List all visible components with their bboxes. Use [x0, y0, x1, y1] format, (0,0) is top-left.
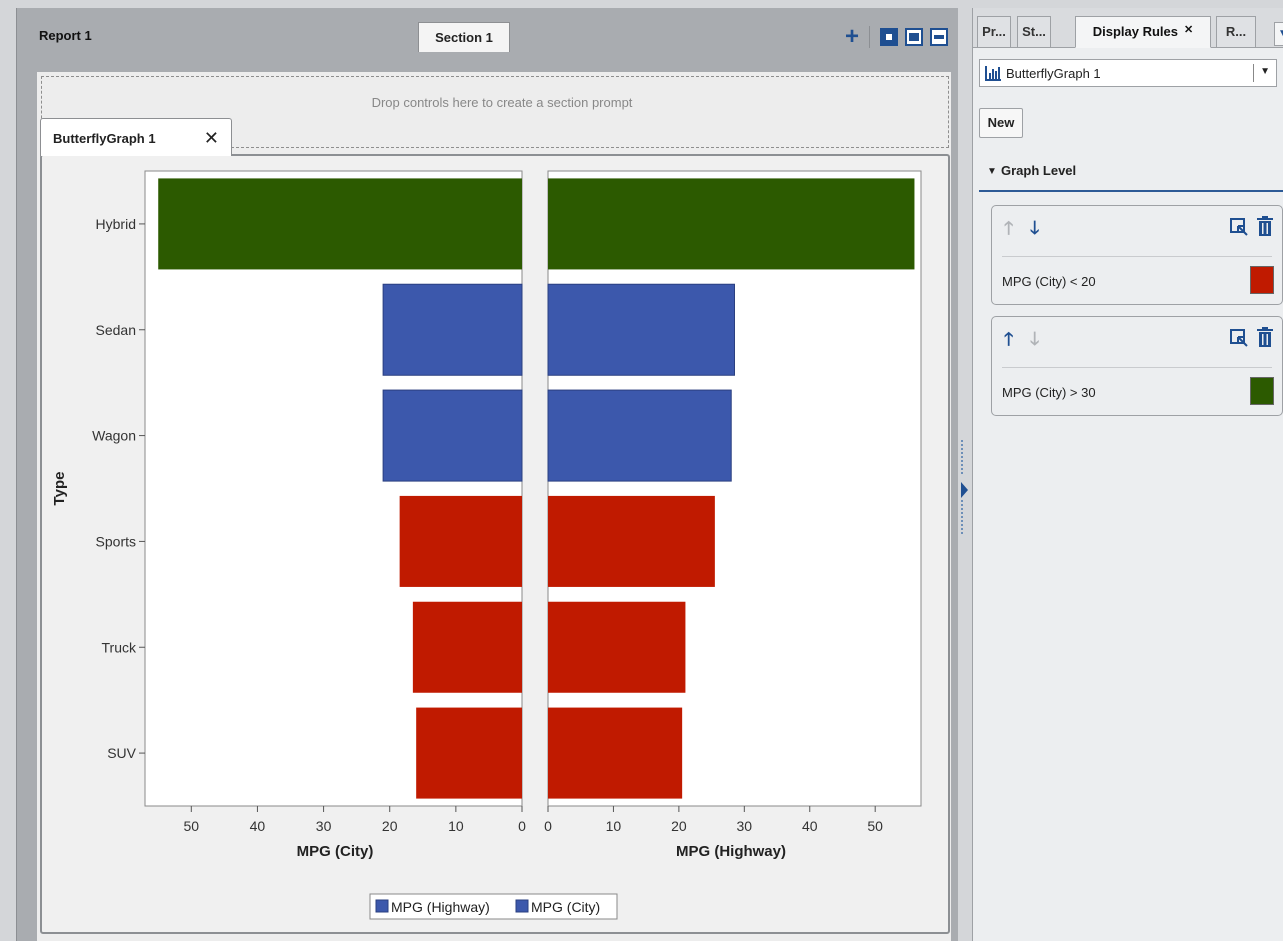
drop-prompt-text: Drop controls here to create a section p… — [371, 95, 633, 110]
tab-display-rules[interactable]: Display Rules ✕ — [1075, 16, 1211, 48]
legend-label: MPG (City) — [531, 899, 600, 915]
display-rule-card[interactable]: 🡑 🡓 MPG (City) > 30 — [991, 316, 1283, 416]
x-tick-label: 30 — [737, 818, 753, 834]
x-tick-label: 10 — [606, 818, 622, 834]
tab-label: R... — [1225, 24, 1247, 39]
edit-rule-icon[interactable] — [1230, 329, 1248, 347]
y-tick-label: Wagon — [92, 428, 136, 444]
object-tab-label: ButterflyGraph 1 — [53, 131, 156, 146]
highway-bar-sedan — [547, 283, 735, 376]
x-tick-label: 0 — [544, 818, 552, 834]
butterfly-chart: Hybrid Sedan Wagon Sports Truck SUV Type 0 10 20 3… — [51, 170, 922, 920]
rule-condition: MPG (City) > 30 — [1002, 385, 1096, 400]
tab-properties[interactable]: Pr... — [977, 16, 1011, 48]
collapse-right-icon[interactable] — [961, 482, 968, 498]
graph-level-header[interactable]: ▼ Graph Level — [979, 156, 1283, 192]
x-tick-label: 50 — [184, 818, 200, 834]
highway-bar-sports — [548, 495, 715, 587]
tab-roles[interactable]: R... — [1216, 16, 1256, 48]
object-selector-value: ButterflyGraph 1 — [1006, 66, 1101, 81]
report-title: Report 1 — [39, 28, 92, 43]
highway-bar-hybrid — [548, 178, 915, 270]
x-tick-label: 30 — [316, 818, 332, 834]
move-up-icon[interactable]: 🡑 — [1004, 327, 1013, 357]
city-bar-wagon — [382, 389, 523, 482]
delete-icon[interactable] — [1256, 327, 1274, 347]
x-tick-label: 40 — [250, 818, 266, 834]
single-view-icon[interactable] — [905, 28, 923, 46]
highway-bar-suv — [548, 707, 683, 799]
city-bar-sports — [399, 495, 522, 587]
move-down-icon: 🡓 — [1030, 329, 1040, 349]
city-bar-truck — [412, 601, 522, 693]
x-tick-label: 20 — [671, 818, 687, 834]
move-up-icon: 🡑 — [1004, 218, 1014, 238]
y-tick-label: Sedan — [96, 322, 136, 338]
right-panel: Pr... St... Display Rules ✕ R... ▼ Butter… — [972, 8, 1283, 941]
tab-label: Display Rules — [1092, 24, 1179, 39]
y-tick-label: Truck — [102, 639, 137, 655]
edit-rule-icon[interactable] — [1230, 218, 1248, 236]
x-tick-label: 40 — [802, 818, 818, 834]
highway-bar-truck — [548, 601, 686, 693]
city-bar-hybrid — [158, 178, 522, 270]
new-rule-button[interactable]: New — [979, 108, 1023, 138]
delete-icon[interactable] — [1256, 216, 1274, 236]
legend-swatch — [375, 899, 389, 913]
dropdown-divider — [1253, 64, 1254, 82]
y-axis-title: Type — [51, 472, 68, 506]
report-area: Report 1 Section 1 + Drop controls here … — [16, 8, 958, 941]
tab-label: St... — [1022, 24, 1046, 39]
splitter-grip-icon — [961, 500, 965, 534]
close-icon[interactable]: ✕ — [204, 128, 219, 149]
tab-menu-chevron-icon[interactable]: ▼ — [1274, 22, 1283, 46]
butterfly-graph-panel: Hybrid Sedan Wagon Sports Truck SUV Type 0 10 20 3… — [40, 154, 950, 934]
split-view-icon[interactable] — [930, 28, 948, 46]
tab-section-1[interactable]: Section 1 — [418, 22, 510, 52]
legend-swatch — [515, 899, 529, 913]
x-tick-label: 20 — [382, 818, 398, 834]
tab-butterflygraph-1[interactable]: ButterflyGraph 1 ✕ — [40, 118, 232, 156]
x-tick-label: 50 — [867, 818, 883, 834]
y-tick-label: SUV — [107, 745, 136, 761]
legend-label: MPG (Highway) — [391, 899, 490, 915]
rule-color-swatch[interactable] — [1250, 377, 1274, 405]
graph-level-label: Graph Level — [1001, 163, 1077, 178]
rule-color-swatch[interactable] — [1250, 266, 1274, 294]
y-tick-label: Sports — [96, 533, 136, 549]
right-x-axis-title: MPG (Highway) — [676, 843, 786, 860]
report-canvas: Drop controls here to create a section p… — [37, 72, 951, 941]
city-bar-suv — [416, 707, 522, 799]
add-section-icon[interactable]: + — [845, 25, 859, 49]
left-x-axis-title: MPG (City) — [297, 843, 374, 860]
bar-chart-icon — [985, 66, 1001, 81]
rule-condition: MPG (City) < 20 — [1002, 274, 1096, 289]
tab-label: Pr... — [982, 24, 1006, 39]
city-bar-sedan — [382, 283, 523, 376]
right-panel-tabs: Pr... St... Display Rules ✕ R... ▼ — [973, 8, 1283, 48]
right-panel-splitter[interactable] — [960, 440, 968, 540]
expand-triangle-icon: ▼ — [987, 166, 997, 177]
object-selector-dropdown[interactable]: ButterflyGraph 1 ▼ — [979, 59, 1277, 87]
y-tick-label: Hybrid — [96, 216, 136, 232]
x-tick-label: 0 — [518, 818, 526, 834]
app-window: Report 1 Section 1 + Drop controls here … — [0, 0, 1283, 941]
chevron-down-icon: ▼ — [1260, 66, 1270, 77]
highway-bar-wagon — [547, 389, 732, 482]
rule-divider — [1002, 367, 1272, 368]
tab-styles[interactable]: St... — [1017, 16, 1051, 48]
x-tick-label: 10 — [448, 818, 464, 834]
maximize-icon[interactable] — [880, 28, 898, 46]
display-rule-card[interactable]: 🡑 🡓 MPG (City) < 20 — [991, 205, 1283, 305]
report-toolbar: + — [845, 25, 948, 49]
move-down-icon[interactable]: 🡓 — [1030, 216, 1039, 246]
splitter-grip-icon — [961, 440, 965, 474]
close-tab-icon[interactable]: ✕ — [1184, 24, 1193, 36]
rule-divider — [1002, 256, 1272, 257]
toolbar-divider — [869, 26, 870, 48]
